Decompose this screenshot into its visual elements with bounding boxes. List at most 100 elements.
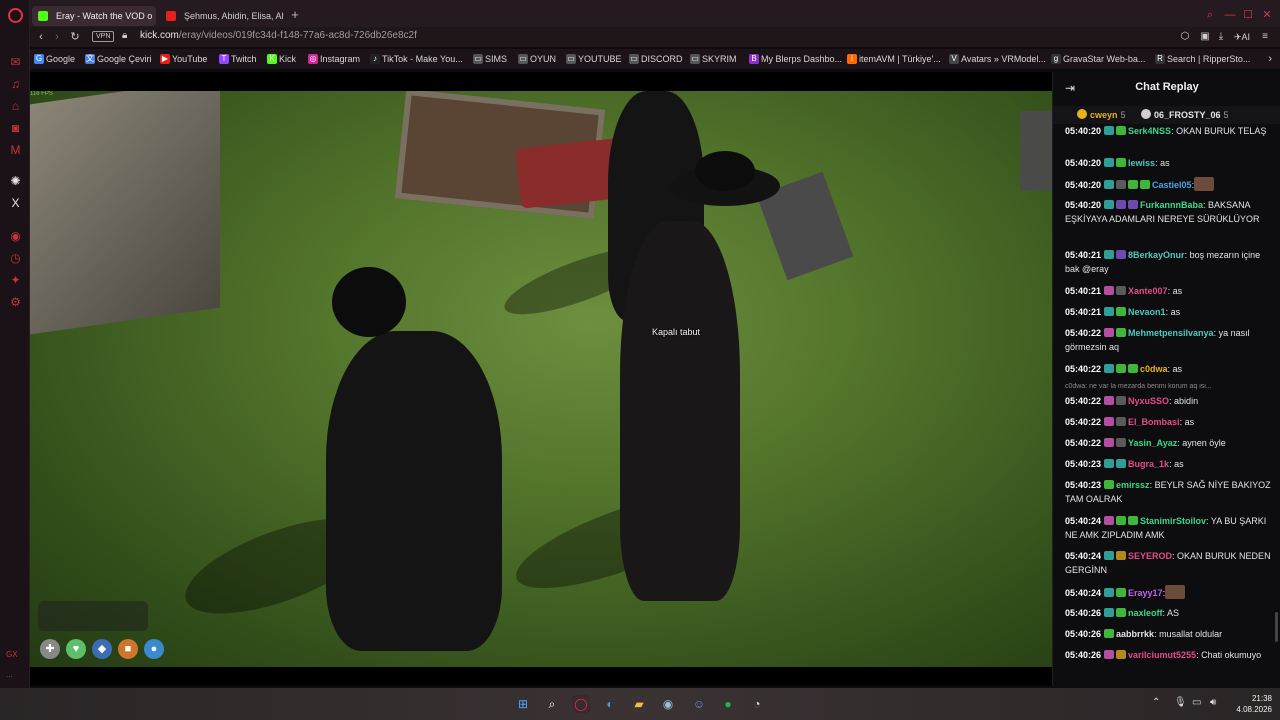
message-username[interactable]: emirssz — [1116, 480, 1150, 490]
volume-icon[interactable]: 🔊︎ — [1210, 697, 1216, 708]
minimize-icon[interactable]: — — [1223, 8, 1237, 22]
search-tabs-icon[interactable]: ⌕ — [1203, 8, 1217, 22]
chat-message[interactable]: 05:40:21 8BerkayOnur: boş mezarın içine b… — [1065, 248, 1273, 276]
close-icon[interactable]: ✕ — [1260, 8, 1274, 22]
bookmark-item[interactable]: B My Blerps Dashbo... — [749, 53, 842, 65]
bookmark-item[interactable]: ▶ YouTube — [160, 53, 207, 65]
bag-icon[interactable]: ⌂ — [9, 100, 22, 113]
search-icon[interactable]: ⌕ — [543, 695, 561, 713]
bookmark-item[interactable]: ▭ SIMS — [473, 53, 507, 65]
more-icon[interactable]: ... — [6, 670, 13, 679]
bookmark-item[interactable]: ♪ TikTok - Make You... — [370, 53, 463, 65]
steam-icon[interactable]: ◉ — [659, 695, 677, 713]
file-explorer-icon[interactable]: ▰ — [630, 695, 648, 713]
chat-message[interactable]: 05:40:21 Xante007: as — [1065, 284, 1273, 298]
chat-message[interactable]: 05:40:26 varilciumut5255: Chati okumuyo — [1065, 648, 1273, 662]
message-username[interactable]: SEYEROD — [1128, 551, 1172, 561]
url-field[interactable]: kick.com/eray/videos/019fc34d-f148-77a6-… — [140, 30, 417, 41]
chat-message[interactable]: 05:40:20 Serk4NSS: OKAN BURUK TELAŞ — [1065, 124, 1273, 138]
mail-icon[interactable]: M — [9, 144, 22, 157]
reply-preview[interactable]: c0dwa: ne var la mezarda benmi korum aq … — [1065, 383, 1273, 390]
reload-icon[interactable]: ↻ — [68, 30, 82, 44]
bookmark-item[interactable]: ▭ YOUTUBE — [566, 53, 622, 65]
chat-message[interactable]: 05:40:22 NyxuSSO: abidin — [1065, 394, 1273, 408]
chat-message[interactable]: 05:40:24 SEYEROD: OKAN BURUK NEDEN GERGİN… — [1065, 549, 1273, 577]
chat-message[interactable]: 05:40:21 Nevaon1: as — [1065, 305, 1273, 319]
ai-button[interactable]: ✈AI — [1230, 30, 1254, 44]
message-username[interactable]: NyxuSSO — [1128, 396, 1169, 406]
tab-youtube[interactable]: Şehmus, Abidin, Elisa, Altar — [160, 6, 284, 26]
bookmark-item[interactable]: K Kick — [267, 53, 296, 65]
message-username[interactable]: aabbrrkk — [1116, 629, 1154, 639]
system-clock[interactable]: 21:38 4.08.2026 — [1236, 693, 1272, 715]
chat-message[interactable]: 05:40:22 El_Bombasi: as — [1065, 415, 1273, 429]
video-frame[interactable]: 116 FPS Kapalı tabut ✚ ♥ ◆ ■ ● — [30, 91, 1052, 667]
bookmark-item[interactable]: R Search | RipperSto... — [1155, 53, 1250, 65]
opera-gx-icon[interactable]: ◯ — [572, 695, 590, 713]
spotify-icon[interactable]: ● — [719, 695, 737, 713]
tab-kick-vod[interactable]: Eray - Watch the VOD o — [32, 6, 156, 26]
history-icon[interactable]: ◷ — [9, 252, 22, 265]
forward-icon[interactable]: › — [50, 30, 64, 44]
bookmark-item[interactable]: ▭ OYUN — [518, 53, 556, 65]
messenger-icon[interactable]: ✉ — [9, 56, 22, 69]
message-username[interactable]: El_Bombasi — [1128, 417, 1180, 427]
message-username[interactable]: StanimirStoilov — [1140, 516, 1206, 526]
chat-message[interactable]: 05:40:20 Castiel05: — [1065, 177, 1273, 192]
settings-icon[interactable]: ⚙ — [9, 296, 22, 309]
message-username[interactable]: Mehmetpensilvanya — [1128, 328, 1214, 338]
bookmark-item[interactable]: g GravaStar Web-ba... — [1051, 53, 1145, 65]
chat-message[interactable]: 05:40:20 FurkannnBaba: BAKSANA EŞKİYAYA A… — [1065, 198, 1273, 226]
vpn-badge[interactable]: VPN — [92, 31, 115, 42]
message-username[interactable]: naxleoff — [1128, 608, 1163, 618]
gifter-item[interactable]: cweyn 5 — [1077, 109, 1126, 120]
message-username[interactable]: lewiss — [1128, 158, 1155, 168]
chat-message[interactable]: 05:40:24 Erayy17: — [1065, 585, 1273, 600]
download-icon[interactable]: ⤓ — [1214, 30, 1228, 44]
twitch-icon[interactable]: ◙ — [9, 122, 22, 135]
message-username[interactable]: Nevaon1 — [1128, 307, 1166, 317]
bookmark-item[interactable]: ▭ DISCORD — [629, 53, 683, 65]
message-username[interactable]: Xante007 — [1128, 286, 1168, 296]
discord-icon[interactable]: ☺ — [690, 695, 708, 713]
maximize-icon[interactable]: ☐ — [1241, 8, 1255, 22]
message-username[interactable]: Yasin_Ayaz — [1128, 438, 1177, 448]
music-icon[interactable]: ♫ — [9, 78, 22, 91]
mic-icon[interactable]: 🎙︎ — [1174, 697, 1187, 708]
video-player[interactable]: 116 FPS Kapalı tabut ✚ ♥ ◆ ■ ● — [30, 72, 1052, 686]
snapshot-icon[interactable]: ⬡ — [1178, 30, 1192, 44]
chat-messages[interactable]: 05:40:20 Serk4NSS: OKAN BURUK TELAŞ 05:40:… — [1053, 124, 1280, 686]
start-icon[interactable]: ⊞ — [514, 695, 532, 713]
message-username[interactable]: c0dwa — [1140, 364, 1168, 374]
opera-logo-icon[interactable] — [8, 8, 23, 23]
gifter-item[interactable]: 06_FROSTY_06 5 — [1141, 109, 1229, 120]
chat-message[interactable]: 05:40:26 aabbrrkk: musallat oldular — [1065, 627, 1273, 641]
new-tab-icon[interactable]: + — [288, 8, 302, 22]
message-username[interactable]: 8BerkayOnur — [1128, 250, 1185, 260]
chat-message[interactable]: 05:40:22 Yasin_Ayaz: aynen öyle — [1065, 436, 1273, 450]
wallet-icon[interactable]: ▣ — [1198, 30, 1212, 44]
lock-icon[interactable]: 🔒︎ — [122, 30, 127, 41]
chat-message[interactable]: 05:40:22 c0dwa: as — [1065, 362, 1273, 376]
extensions-icon[interactable]: ✦ — [9, 274, 22, 287]
bookmark-item[interactable]: V Avatars » VRModel... — [949, 53, 1046, 65]
tray-expand-icon[interactable]: ⌃ — [1152, 697, 1160, 708]
back-icon[interactable]: ‹ — [34, 30, 48, 44]
edge-icon[interactable]: ◐ — [601, 695, 619, 713]
chat-message[interactable]: 05:40:23 Bugra_1k: as — [1065, 457, 1273, 471]
network-icon[interactable]: ▭ — [1192, 697, 1201, 708]
chat-scrollbar[interactable] — [1275, 612, 1278, 642]
chat-message[interactable]: 05:40:26 naxleoff: AS — [1065, 606, 1273, 620]
chat-message[interactable]: 05:40:24 StanimirStoilov: YA BU ŞARKI NE … — [1065, 514, 1273, 542]
bookmarks-more-icon[interactable]: › — [1268, 53, 1272, 65]
chat-message[interactable]: 05:40:20 lewiss: as — [1065, 156, 1273, 170]
chat-message[interactable]: 05:40:23 emirssz: BEYLR SAĞ NİYE BAKIYOZ … — [1065, 478, 1273, 506]
message-username[interactable]: Castiel05 — [1152, 180, 1192, 190]
message-username[interactable]: varilciumut5255 — [1128, 650, 1196, 660]
message-username[interactable]: Serk4NSS — [1128, 126, 1171, 136]
x-icon[interactable]: X — [9, 197, 22, 210]
bookmark-item[interactable]: G Google — [34, 53, 75, 65]
chat-message[interactable]: 05:40:22 Mehmetpensilvanya: ya nasıl görm… — [1065, 326, 1273, 354]
app-icon[interactable]: ◔ — [748, 695, 766, 713]
bookmark-item[interactable]: ◎ Instagram — [308, 53, 360, 65]
